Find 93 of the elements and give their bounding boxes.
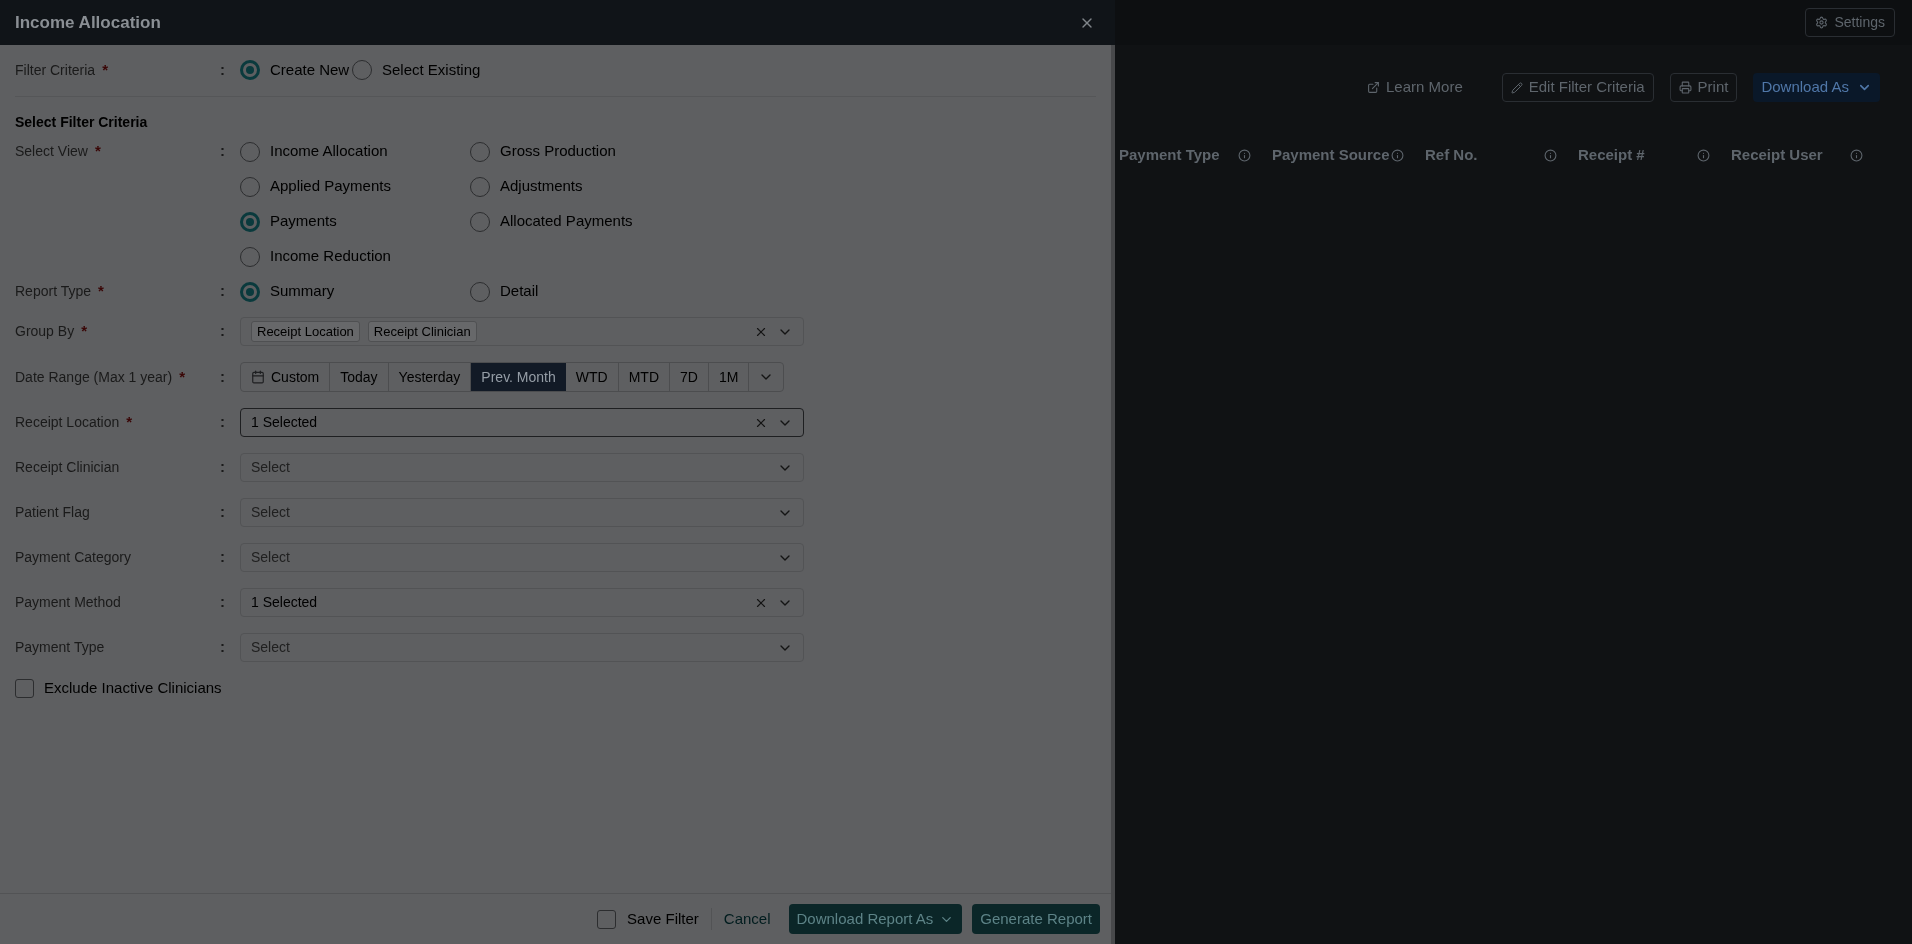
- select-field[interactable]: Select: [240, 543, 804, 572]
- column-header: Payment Source: [1272, 144, 1390, 165]
- generate-report-button[interactable]: Generate Report: [972, 904, 1100, 934]
- field-label: Payment Category: [15, 548, 131, 567]
- required-mark: *: [102, 59, 108, 80]
- tag-chip: Receipt Location: [251, 321, 360, 342]
- date-range-segment[interactable]: Today: [330, 363, 389, 391]
- column-header: Receipt #: [1578, 144, 1645, 165]
- label-colon: :: [220, 592, 225, 613]
- download-report-button[interactable]: Download Report As: [788, 904, 963, 934]
- select-field[interactable]: 1 Selected: [240, 408, 804, 437]
- radio-button[interactable]: [240, 60, 260, 80]
- info-icon: [1238, 148, 1251, 162]
- radio-label[interactable]: Gross Production: [500, 140, 616, 163]
- settings-icon: [1815, 16, 1829, 29]
- radio-label[interactable]: Detail: [500, 280, 539, 303]
- radio-button[interactable]: [240, 211, 260, 232]
- label-colon: :: [220, 366, 225, 387]
- field-label: Payment Method: [15, 593, 121, 612]
- label-colon: :: [220, 502, 225, 523]
- external-link-icon: [1367, 81, 1380, 94]
- group-by-field[interactable]: Receipt Location Receipt Clinician: [240, 317, 804, 346]
- label-colon: :: [220, 547, 225, 568]
- select-placeholder: Select: [251, 548, 290, 567]
- select-placeholder: Select: [251, 458, 290, 477]
- label-colon: :: [220, 59, 225, 80]
- column-header: Payment Type: [1119, 144, 1220, 165]
- column-header: Ref No.: [1425, 144, 1478, 165]
- radio-label[interactable]: Summary: [270, 280, 335, 303]
- checkbox-label[interactable]: Save Filter: [627, 907, 699, 931]
- radio-label[interactable]: Select Existing: [382, 58, 481, 82]
- checkbox[interactable]: [597, 909, 617, 929]
- field-label: Date Range (Max 1 year): [15, 367, 173, 387]
- field-label: Filter Criteria: [15, 60, 96, 80]
- radio-button[interactable]: [240, 281, 260, 302]
- date-range-segment[interactable]: MTD: [618, 363, 670, 391]
- radio-label[interactable]: Income Reduction: [270, 245, 391, 268]
- label-colon: :: [220, 281, 225, 302]
- date-range-segment[interactable]: 1M: [708, 363, 750, 391]
- tag-chip: Receipt Clinician: [367, 321, 477, 342]
- date-range-segment[interactable]: 7D: [670, 363, 709, 391]
- field-label: Patient Flag: [15, 503, 90, 522]
- settings-button[interactable]: Settings: [1805, 8, 1895, 37]
- field-label: Receipt Location: [15, 413, 120, 432]
- select-field[interactable]: 1 Selected: [240, 588, 804, 617]
- date-range-segment[interactable]: Custom: [241, 363, 331, 391]
- info-icon: [1544, 148, 1557, 162]
- required-mark: *: [179, 366, 186, 387]
- info-icon: [1697, 148, 1710, 162]
- download-as-button[interactable]: Download As: [1753, 73, 1880, 102]
- label-colon: :: [220, 141, 225, 162]
- section-title: Select Filter Criteria: [15, 113, 149, 131]
- date-range-segment[interactable]: Prev. Month: [471, 363, 566, 391]
- label-colon: :: [220, 637, 225, 658]
- cancel-button[interactable]: Cancel: [718, 904, 776, 934]
- checkbox-label[interactable]: Exclude Inactive Clinicians: [44, 677, 222, 700]
- radio-label[interactable]: Adjustments: [500, 175, 583, 198]
- field-label: Report Type: [15, 282, 91, 301]
- required-mark: *: [94, 141, 101, 162]
- select-placeholder: Select: [251, 638, 290, 657]
- required-mark: *: [81, 321, 87, 342]
- checkbox[interactable]: [15, 678, 34, 698]
- select-field[interactable]: Select: [240, 453, 804, 482]
- select-placeholder: Select: [251, 503, 290, 522]
- printer-icon: [1678, 81, 1692, 94]
- required-mark: *: [126, 412, 133, 433]
- date-range-segment[interactable]: WTD: [565, 363, 619, 391]
- field-label: Payment Type: [15, 638, 105, 657]
- info-icon: [1391, 148, 1404, 162]
- label-colon: :: [220, 321, 225, 342]
- calendar-icon: [251, 370, 265, 384]
- select-value: 1 Selected: [251, 413, 318, 432]
- radio-label[interactable]: Payments: [270, 210, 337, 233]
- drawer-title: Income Allocation: [15, 11, 161, 34]
- label-colon: :: [220, 412, 225, 433]
- pencil-icon: [1510, 81, 1523, 94]
- print-button[interactable]: Print: [1669, 73, 1738, 102]
- info-icon: [1850, 148, 1863, 162]
- select-field[interactable]: Select: [240, 633, 804, 662]
- learn-more-link[interactable]: Learn More: [1367, 73, 1463, 102]
- radio-label[interactable]: Applied Payments: [270, 175, 391, 198]
- column-header: Receipt User: [1731, 144, 1823, 165]
- field-label: Group By: [15, 322, 75, 341]
- select-field[interactable]: Select: [240, 498, 804, 527]
- select-value: 1 Selected: [251, 593, 318, 612]
- radio-label[interactable]: Income Allocation: [270, 140, 388, 163]
- field-label: Select View: [15, 142, 88, 161]
- required-mark: *: [98, 281, 104, 302]
- radio-label[interactable]: Allocated Payments: [500, 210, 633, 233]
- radio-label[interactable]: Create New: [270, 58, 350, 82]
- label-colon: :: [220, 457, 225, 478]
- edit-filter-button[interactable]: Edit Filter Criteria: [1501, 73, 1654, 102]
- field-label: Receipt Clinician: [15, 458, 120, 477]
